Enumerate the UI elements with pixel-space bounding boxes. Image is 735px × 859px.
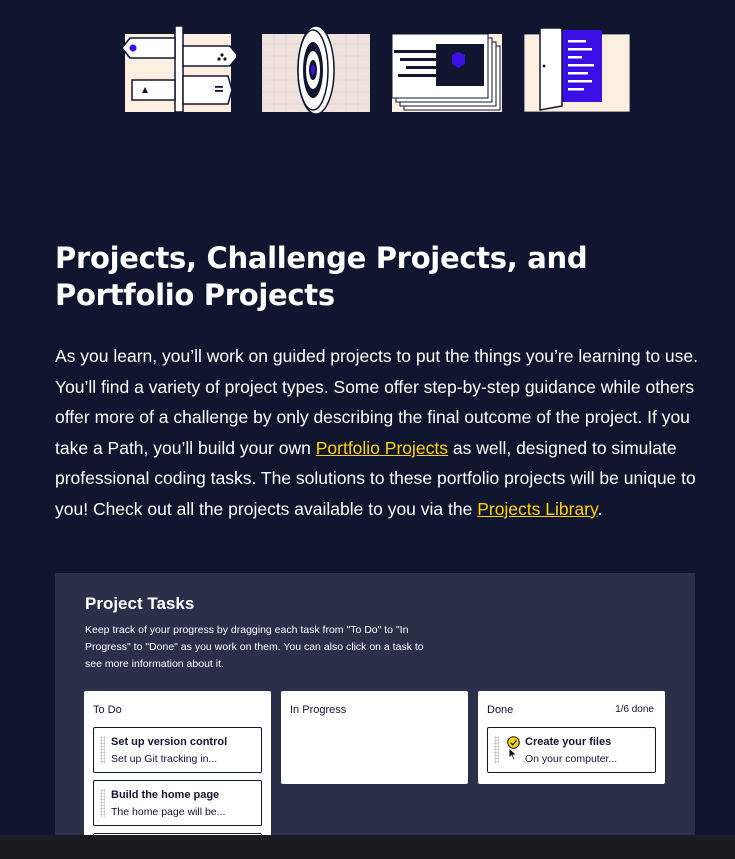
column-label: To Do xyxy=(93,704,122,716)
done-column: Done 1/6 done Create your files On your … xyxy=(478,691,665,784)
task-subtitle: Set up Git tracking in... xyxy=(111,753,218,765)
task-title: Set up version control xyxy=(111,736,228,748)
target-icon xyxy=(262,25,370,114)
hexagon-card-icon xyxy=(392,33,502,112)
task-card[interactable]: Set up version control Set up Git tracki… xyxy=(93,727,262,773)
projects-library-link[interactable]: Projects Library xyxy=(477,499,597,519)
task-subtitle: The home page will be... xyxy=(111,806,226,818)
drag-handle-icon[interactable] xyxy=(494,736,499,764)
task-title: Build the home page xyxy=(111,789,220,801)
portfolio-projects-link[interactable]: Portfolio Projects xyxy=(316,438,448,458)
todo-column: To Do Set up version control Set up Git … xyxy=(84,691,271,843)
drag-handle-icon[interactable] xyxy=(100,789,105,817)
column-label: In Progress xyxy=(290,704,347,716)
signpost-icon xyxy=(121,25,236,113)
done-count: 1/6 done xyxy=(615,704,654,715)
bottom-bar xyxy=(0,835,735,859)
paragraph-text: . xyxy=(597,498,603,519)
panel-title: Project Tasks xyxy=(85,594,195,613)
cursor-icon xyxy=(508,747,518,761)
task-card[interactable]: Create your files On your computer... xyxy=(487,727,656,773)
task-card[interactable]: Build the home page The home page will b… xyxy=(93,780,262,826)
drag-handle-icon[interactable] xyxy=(100,736,105,764)
task-subtitle: On your computer... xyxy=(525,753,618,765)
task-title: Create your files xyxy=(525,736,612,748)
intro-paragraph: As you learn, you’ll work on guided proj… xyxy=(55,341,705,525)
illustration-row xyxy=(0,24,735,116)
project-tasks-panel: Project Tasks Keep track of your progres… xyxy=(55,573,695,843)
column-label: Done xyxy=(487,704,514,716)
page-title: Projects, Challenge Projects, and Portfo… xyxy=(55,241,588,312)
in-progress-column: In Progress xyxy=(281,691,468,784)
open-door-icon xyxy=(523,27,631,113)
panel-description: Keep track of your progress by dragging … xyxy=(85,624,424,670)
